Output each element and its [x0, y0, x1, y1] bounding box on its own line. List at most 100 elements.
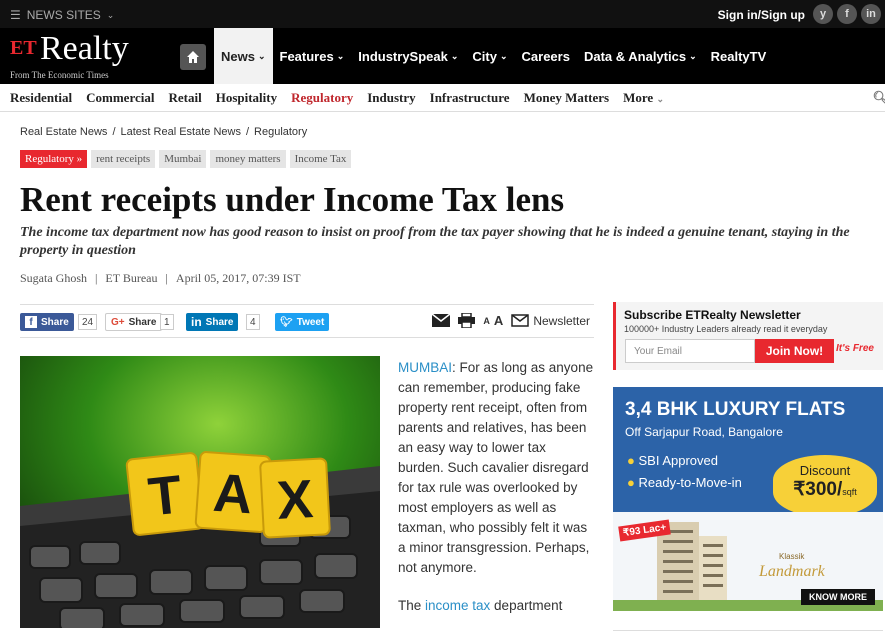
twitter-share-button[interactable]: 🐦︎ Tweet — [275, 313, 330, 331]
news-sites-menu[interactable]: ☰ NEWS SITES ⌄ — [10, 8, 114, 22]
nav-industryspeak[interactable]: IndustrySpeak ⌄ — [351, 28, 465, 84]
location-link[interactable]: MUMBAI — [398, 360, 452, 375]
nav-careers[interactable]: Careers — [515, 28, 577, 84]
breadcrumb-item[interactable]: Real Estate News — [20, 126, 107, 138]
divider — [613, 630, 883, 639]
facebook-share-count: 24 — [78, 314, 98, 330]
linkedin-icon[interactable]: in — [861, 4, 881, 24]
tag-item[interactable]: Income Tax — [289, 150, 352, 168]
linkedin-share-count: 4 — [246, 314, 260, 330]
subnav-retail[interactable]: Retail — [168, 90, 201, 106]
chevron-down-icon: ⌄ — [689, 50, 697, 61]
newsletter-subtitle: 100000+ Industry Leaders already read it… — [624, 324, 828, 334]
article-body: MUMBAI: For as long as anyone can rememb… — [398, 358, 594, 616]
font-size-small[interactable]: A — [483, 316, 490, 326]
breadcrumb-item[interactable]: Latest Real Estate News — [121, 126, 241, 138]
linkedin-share-button[interactable]: in Share — [186, 313, 239, 331]
know-more-button[interactable]: KNOW MORE — [801, 589, 875, 605]
discount-badge: Discount ₹300/sqft — [773, 455, 877, 517]
article-paragraph: The income tax department — [398, 598, 563, 613]
publish-date: April 05, 2017, 07:39 IST — [175, 271, 301, 285]
email-field[interactable]: Your Email — [625, 339, 755, 363]
tag-regulatory[interactable]: Regulatory » — [20, 150, 88, 168]
home-icon — [187, 51, 199, 63]
chevron-down-icon: ⌄ — [257, 50, 266, 61]
nav-features[interactable]: Features ⌄ — [273, 28, 352, 84]
newsletter-icon — [511, 314, 530, 327]
source: ET Bureau — [105, 271, 158, 285]
hamburger-icon: ☰ — [10, 8, 21, 22]
chevron-down-icon: ⌄ — [450, 50, 459, 61]
nav-realtytv[interactable]: RealtyTV — [704, 28, 774, 84]
googleplus-icon: G+ — [111, 316, 125, 328]
googleplus-share-button[interactable]: G+ Share — [105, 313, 163, 331]
article-image: T A X — [20, 356, 380, 628]
byline: Sugata Ghosh | ET Bureau | April 05, 201… — [20, 271, 301, 286]
svg-text:A: A — [211, 463, 254, 526]
newsletter-title: Subscribe ETRealty Newsletter — [624, 308, 801, 322]
facebook-icon: f — [25, 316, 37, 328]
subnav-money-matters[interactable]: Money Matters — [524, 90, 610, 106]
print-icon[interactable] — [458, 313, 476, 328]
news-sites-label: NEWS SITES — [26, 8, 101, 22]
main-nav: News ⌄ Features ⌄ IndustrySpeak ⌄ City ⌄ Car… — [214, 28, 773, 84]
ad-subheadline: Off Sarjapur Road, Bangalore — [625, 425, 783, 439]
sub-nav: Residential Commercial Retail Hospitalit… — [0, 84, 885, 112]
article-title: Rent receipts under Income Tax lens — [20, 180, 565, 219]
nav-city[interactable]: City ⌄ — [465, 28, 514, 84]
subnav-industry[interactable]: Industry — [367, 90, 415, 106]
bullet-icon: ● — [627, 475, 635, 490]
author-link[interactable]: Sugata Ghosh — [20, 271, 87, 286]
tag-item[interactable]: money matters — [210, 150, 286, 168]
top-bar: ☰ NEWS SITES ⌄ Sign in/Sign up y f in — [0, 0, 885, 28]
email-icon[interactable] — [432, 314, 451, 327]
subnav-hospitality[interactable]: Hospitality — [216, 90, 277, 106]
article-tools: A A Newsletter — [432, 313, 590, 328]
article-paragraph: MUMBAI: For as long as anyone can rememb… — [398, 360, 594, 575]
breadcrumb: Real Estate News / Latest Real Estate New… — [20, 126, 308, 138]
ad-bullet: ● Ready-to-Move-in — [627, 475, 742, 490]
join-now-button[interactable]: Join Now! — [755, 339, 834, 363]
facebook-icon[interactable]: f — [837, 4, 857, 24]
font-size-large[interactable]: A — [494, 313, 503, 328]
article-summary: The income tax department now has good r… — [20, 225, 850, 258]
ad-brand: Landmark — [759, 563, 825, 580]
youtube-icon[interactable]: y — [813, 4, 833, 24]
ad-brand-small: Klassik — [779, 552, 805, 561]
bullet-icon: ● — [627, 453, 635, 468]
tag-item[interactable]: Mumbai — [159, 150, 207, 168]
tag-item[interactable]: rent receipts — [91, 150, 156, 168]
chevron-down-icon: ⌄ — [106, 9, 115, 20]
subnav-infrastructure[interactable]: Infrastructure — [430, 90, 510, 106]
share-bar: f Share 24 G+ Share 1 in Share 4 🐦︎ Tweet A … — [20, 304, 594, 338]
twitter-icon: 🐦︎ — [280, 316, 293, 328]
free-label: It's Free — [836, 343, 874, 354]
advertisement[interactable]: 3,4 BHK LUXURY FLATS Off Sarjapur Road, … — [613, 387, 883, 611]
googleplus-share-count: 1 — [160, 314, 174, 330]
main-navbar: ET Realty From The Economic Times News ⌄ … — [0, 28, 885, 84]
social-links: y f in — [813, 4, 881, 24]
signin-link[interactable]: Sign in/Sign up — [718, 8, 805, 22]
search-icon[interactable]: 🔍︎ — [872, 90, 885, 106]
nav-news[interactable]: News ⌄ — [214, 28, 273, 84]
newsletter-link[interactable]: Newsletter — [533, 314, 590, 328]
subnav-residential[interactable]: Residential — [10, 90, 72, 106]
newsletter-signup: Subscribe ETRealty Newsletter 100000+ In… — [613, 302, 883, 370]
chevron-down-icon: ⌄ — [656, 93, 664, 104]
subnav-commercial[interactable]: Commercial — [86, 90, 154, 106]
ad-bullet: ● SBI Approved — [627, 453, 718, 468]
nav-data-analytics[interactable]: Data & Analytics ⌄ — [577, 28, 704, 84]
income-tax-link[interactable]: income tax — [425, 598, 490, 613]
breadcrumb-item[interactable]: Regulatory — [254, 126, 307, 138]
chevron-down-icon: ⌄ — [336, 50, 345, 61]
chevron-down-icon: ⌄ — [499, 50, 508, 61]
subnav-regulatory[interactable]: Regulatory — [291, 90, 353, 106]
linkedin-icon: in — [191, 315, 202, 329]
ad-headline: 3,4 BHK LUXURY FLATS — [625, 399, 846, 420]
svg-text:X: X — [276, 469, 315, 531]
home-button[interactable] — [180, 44, 206, 70]
facebook-share-button[interactable]: f Share — [20, 313, 74, 331]
svg-text:T: T — [146, 464, 185, 527]
subnav-more[interactable]: More ⌄ — [623, 90, 664, 106]
tag-list: Regulatory » rent receipts Mumbai money … — [20, 150, 352, 168]
